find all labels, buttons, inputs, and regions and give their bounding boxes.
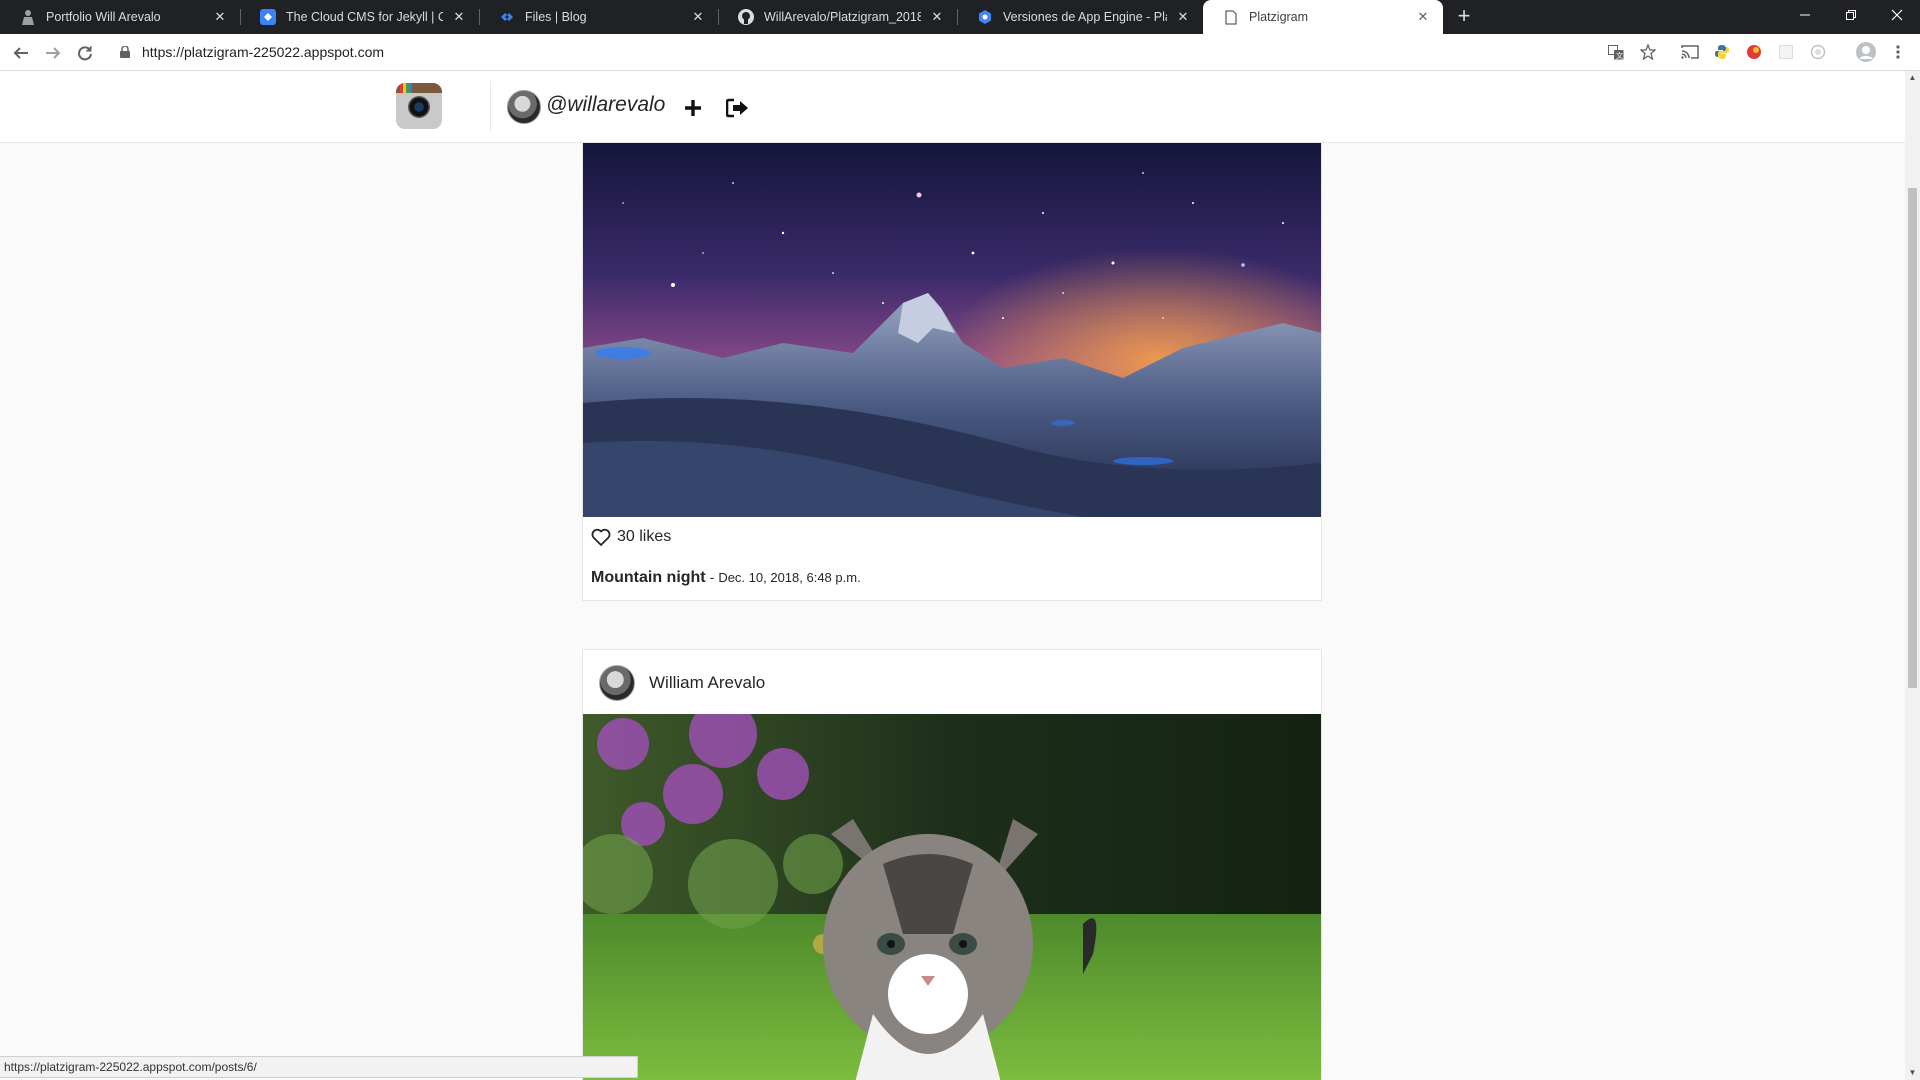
tab-github[interactable]: WillArevalo/Platzigram_2018_Dja ✕ xyxy=(718,0,957,34)
profile-avatar-icon[interactable] xyxy=(1856,42,1876,62)
post-header: William Arevalo xyxy=(583,650,1321,714)
extension-icon[interactable] xyxy=(1744,42,1764,62)
close-icon xyxy=(1891,9,1903,21)
reload-icon xyxy=(78,46,92,61)
scroll-down-arrow-icon[interactable]: ▼ xyxy=(1905,1066,1920,1080)
translate-icon[interactable]: 文 xyxy=(1606,42,1626,62)
extension-blank-icon[interactable] xyxy=(1776,42,1796,62)
close-icon[interactable]: ✕ xyxy=(1415,9,1431,25)
scrollbar-thumb[interactable] xyxy=(1908,188,1917,688)
cloudcannon-icon xyxy=(499,9,515,25)
tab-title: Portfolio Will Arevalo xyxy=(46,10,161,24)
browser-toolbar: https://platzigram-225022.appspot.com 文 xyxy=(0,34,1920,71)
plus-icon xyxy=(685,100,701,116)
caption-separator: - xyxy=(709,569,715,585)
menu-kebab-icon[interactable] xyxy=(1888,42,1908,62)
svg-text:文: 文 xyxy=(1616,51,1623,60)
page-viewport: 30 likes Mountain night - Dec. 10, 2018, 6… xyxy=(0,71,1905,1080)
reload-button[interactable] xyxy=(72,40,98,66)
tab-files-blog[interactable]: Files | Blog ✕ xyxy=(479,0,718,34)
app-navbar: @willarevalo xyxy=(0,71,1905,143)
tab-strip: Portfolio Will Arevalo ✕ The Cloud CMS f… xyxy=(0,0,1920,34)
address-bar[interactable]: https://platzigram-225022.appspot.com xyxy=(110,38,1630,66)
post-date: Dec. 10, 2018, 6:48 p.m. xyxy=(718,570,861,585)
page-icon xyxy=(1223,9,1239,25)
tab-title: Versiones de App Engine - Platzi xyxy=(1003,10,1167,24)
post-author[interactable]: William Arevalo xyxy=(649,673,765,693)
scroll-up-arrow-icon[interactable]: ▲ xyxy=(1905,71,1920,85)
lock-icon[interactable] xyxy=(118,45,132,59)
close-window-button[interactable] xyxy=(1874,0,1920,30)
close-icon[interactable]: ✕ xyxy=(690,9,706,25)
tab-cloud-cms[interactable]: The Cloud CMS for Jekyll | Cloud ✕ xyxy=(240,0,479,34)
post-card: 30 likes Mountain night - Dec. 10, 2018, 6… xyxy=(582,71,1322,601)
kitten-image xyxy=(583,714,1321,1080)
back-button[interactable] xyxy=(8,40,34,66)
extension-circle-icon[interactable] xyxy=(1808,42,1828,62)
tab-platzigram[interactable]: Platzigram ✕ xyxy=(1203,0,1443,34)
close-icon[interactable]: ✕ xyxy=(451,9,467,25)
avatar[interactable] xyxy=(507,90,541,124)
link-status-bar: https://platzigram-225022.appspot.com/po… xyxy=(0,1056,638,1078)
arrow-left-icon xyxy=(13,47,28,59)
minimize-button[interactable] xyxy=(1782,0,1828,30)
sign-out-icon xyxy=(726,98,748,118)
post-caption: Mountain night - Dec. 10, 2018, 6:48 p.m. xyxy=(591,569,861,587)
avatar[interactable] xyxy=(599,665,635,701)
app-engine-icon xyxy=(977,9,993,25)
close-icon[interactable]: ✕ xyxy=(1175,9,1191,25)
forward-button[interactable] xyxy=(40,40,66,66)
likes-count: 30 likes xyxy=(617,528,672,545)
likes-row: 30 likes xyxy=(591,527,671,547)
tab-title: Platzigram xyxy=(1249,10,1309,24)
tab-title: WillArevalo/Platzigram_2018_Dja xyxy=(764,10,921,24)
restore-icon xyxy=(1846,10,1856,20)
page-scrollbar[interactable]: ▲ ▼ xyxy=(1905,71,1920,1080)
tab-title: The Cloud CMS for Jekyll | Cloud xyxy=(286,10,443,24)
minimize-icon xyxy=(1800,14,1810,16)
heart-icon[interactable] xyxy=(591,527,611,547)
restore-button[interactable] xyxy=(1828,0,1874,30)
logo-rainbow xyxy=(400,83,412,93)
person-icon xyxy=(20,9,36,25)
tab-title: Files | Blog xyxy=(525,10,587,24)
post-photo[interactable] xyxy=(583,143,1321,517)
tab-app-engine[interactable]: Versiones de App Engine - Platzi ✕ xyxy=(957,0,1203,34)
cloudcannon-icon xyxy=(260,9,276,25)
post-title: Mountain night xyxy=(591,569,706,586)
new-post-button[interactable] xyxy=(680,95,706,121)
mountain-night-image xyxy=(583,143,1321,517)
app-logo-icon[interactable] xyxy=(396,83,442,129)
python-extension-icon[interactable] xyxy=(1712,42,1732,62)
post-photo[interactable] xyxy=(583,714,1321,1080)
logout-button[interactable] xyxy=(724,95,752,121)
url-text: https://platzigram-225022.appspot.com xyxy=(142,44,385,60)
post-card: William Arevalo xyxy=(582,649,1322,1080)
new-tab-button[interactable]: + xyxy=(1452,5,1476,29)
github-icon xyxy=(738,9,754,25)
close-icon[interactable]: ✕ xyxy=(212,9,228,25)
nav-divider xyxy=(490,81,491,131)
arrow-right-icon xyxy=(46,47,61,59)
close-icon[interactable]: ✕ xyxy=(929,9,945,25)
logo-lens xyxy=(408,96,430,118)
bookmark-star-icon[interactable] xyxy=(1638,42,1658,62)
cast-icon[interactable] xyxy=(1680,42,1700,62)
profile-username-link[interactable]: @willarevalo xyxy=(546,93,665,117)
tab-portfolio[interactable]: Portfolio Will Arevalo ✕ xyxy=(0,0,240,34)
